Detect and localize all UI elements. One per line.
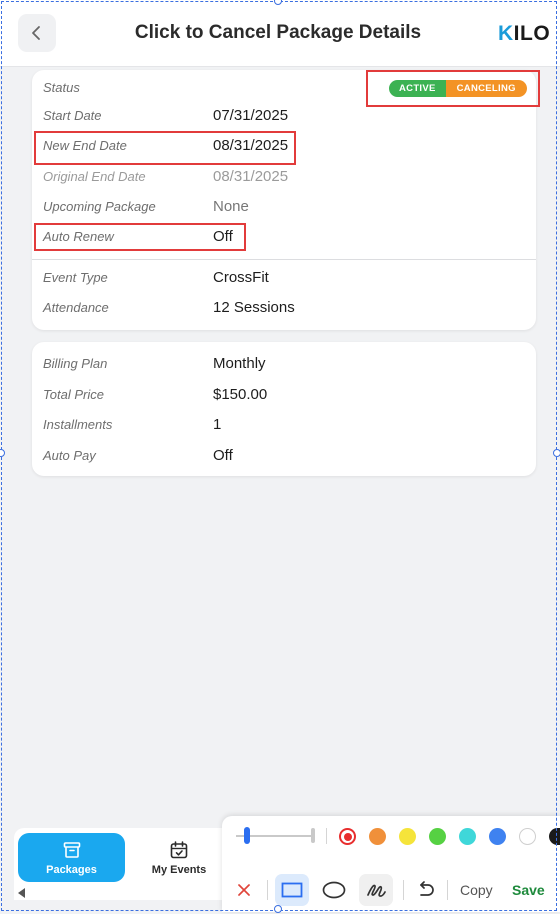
attendance-label: Attendance xyxy=(43,300,109,315)
nav-my-events[interactable]: My Events xyxy=(139,833,219,882)
attendance-row: Attendance 12 Sessions xyxy=(32,296,536,322)
toolbar-separator xyxy=(267,880,268,900)
close-icon xyxy=(238,884,250,896)
original-end-date-row: Original End Date 08/31/2025 xyxy=(32,165,536,191)
color-swatch-white[interactable] xyxy=(519,828,536,845)
color-swatch-red[interactable] xyxy=(339,828,356,845)
status-label: Status xyxy=(43,80,80,95)
close-tool[interactable] xyxy=(232,874,256,906)
slider-end-marker xyxy=(311,828,315,843)
toolbar-separator xyxy=(403,880,404,900)
app-header: Click to Cancel Package Details KILO xyxy=(0,0,560,67)
color-swatch-black[interactable] xyxy=(549,828,560,845)
ellipse-tool[interactable] xyxy=(317,874,351,906)
event-type-row: Event Type CrossFit xyxy=(32,266,536,292)
billing-plan-value: Monthly xyxy=(213,355,266,372)
start-date-label: Start Date xyxy=(43,108,102,123)
start-date-row: Start Date 07/31/2025 xyxy=(32,104,536,130)
auto-renew-highlight-box xyxy=(34,223,246,251)
auto-pay-row: Auto Pay Off xyxy=(32,444,536,470)
ellipse-icon xyxy=(322,881,346,899)
undo-icon xyxy=(420,881,434,896)
toolbar-separator xyxy=(326,828,327,844)
resize-handle-left[interactable] xyxy=(0,449,5,457)
resize-handle-bottom[interactable] xyxy=(274,905,282,913)
nav-packages[interactable]: Packages xyxy=(18,833,125,882)
event-type-label: Event Type xyxy=(43,270,108,285)
billing-plan-label: Billing Plan xyxy=(43,356,108,371)
auto-pay-label: Auto Pay xyxy=(43,448,96,463)
undo-tool[interactable] xyxy=(411,874,439,906)
freehand-icon xyxy=(367,884,386,897)
save-button[interactable]: Save xyxy=(512,882,545,898)
toolbar-separator xyxy=(447,880,448,900)
color-swatch-yellow[interactable] xyxy=(399,828,416,845)
section-divider xyxy=(32,259,536,260)
auto-pay-value: Off xyxy=(213,447,233,464)
chevron-left-icon xyxy=(32,26,40,40)
original-end-date-label: Original End Date xyxy=(43,169,146,184)
page-title: Click to Cancel Package Details xyxy=(134,22,422,43)
installments-row: Installments 1 xyxy=(32,413,536,439)
rectangle-tool[interactable] xyxy=(275,874,309,906)
bottom-nav: Packages My Events xyxy=(14,828,238,900)
attendance-value: 12 Sessions xyxy=(213,299,295,316)
installments-value: 1 xyxy=(213,416,222,433)
back-button[interactable] xyxy=(18,14,56,52)
color-swatch-cyan[interactable] xyxy=(459,828,476,845)
upcoming-package-label: Upcoming Package xyxy=(43,199,156,214)
color-swatch-orange[interactable] xyxy=(369,828,386,845)
upcoming-package-value: None xyxy=(213,198,249,215)
package-icon xyxy=(63,842,81,858)
event-type-value: CrossFit xyxy=(213,269,269,286)
total-price-label: Total Price xyxy=(43,387,104,402)
color-swatch-blue[interactable] xyxy=(489,828,506,845)
freehand-tool[interactable] xyxy=(359,874,393,906)
color-swatch-green[interactable] xyxy=(429,828,446,845)
calendar-check-icon xyxy=(170,841,188,859)
package-details-card: Status Start Date 07/31/2025 New End Dat… xyxy=(32,70,536,330)
stroke-width-slider-thumb[interactable] xyxy=(244,827,250,844)
start-date-value: 07/31/2025 xyxy=(213,107,289,124)
total-price-row: Total Price $150.00 xyxy=(32,383,536,409)
installments-label: Installments xyxy=(43,417,113,432)
original-end-date-value: 08/31/2025 xyxy=(213,168,289,185)
annotation-toolbar: Copy Save xyxy=(222,816,560,912)
rectangle-icon xyxy=(281,882,303,898)
nav-packages-label: Packages xyxy=(46,864,97,876)
kilo-logo: KILO xyxy=(498,22,551,45)
upcoming-package-row: Upcoming Package None xyxy=(32,195,536,221)
billing-plan-row: Billing Plan Monthly xyxy=(32,352,536,378)
billing-card: Billing Plan Monthly Total Price $150.00… xyxy=(32,342,536,476)
scroll-left-arrow-icon[interactable] xyxy=(18,888,25,898)
total-price-value: $150.00 xyxy=(213,386,268,403)
new-end-date-highlight-box xyxy=(34,131,296,165)
status-highlight-box xyxy=(366,70,540,107)
nav-my-events-label: My Events xyxy=(151,864,207,876)
copy-button[interactable]: Copy xyxy=(460,882,493,898)
resize-handle-right[interactable] xyxy=(553,449,560,457)
